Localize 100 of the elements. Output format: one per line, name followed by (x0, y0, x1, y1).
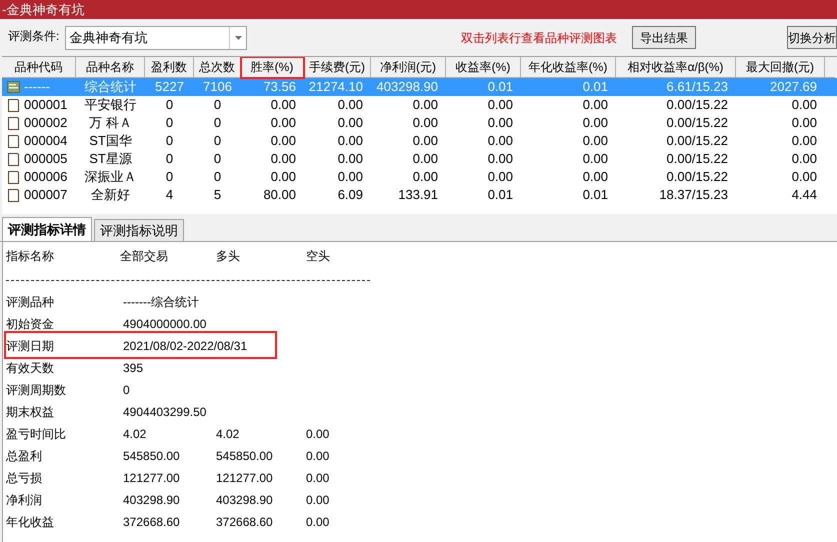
table-cell-text: 深振业Ａ (84, 168, 136, 186)
table-cell-text: 0.00/15.22 (666, 168, 728, 186)
table-row[interactable]: 000005 ST星源 0 0 0.00 0.00 0.00 0.00 0.00 0.00/15.22 0.00 (2, 150, 837, 168)
detail-column-header: 多头 (216, 248, 240, 265)
detail-value: 372668.60 (216, 514, 273, 531)
table-cell-text: ST国华 (89, 132, 132, 150)
detail-value: 4904000000.00 (123, 316, 206, 333)
detail-value: 0.00 (306, 492, 330, 509)
table-cell-text: 6.09 (338, 186, 363, 204)
table-cell-text: 0.00/15.22 (666, 132, 728, 150)
column-header[interactable]: 胜率(%) (241, 57, 304, 78)
detail-label: 年化收益 (6, 514, 54, 531)
table-cell-text: 0 (166, 96, 174, 114)
detail-label: 期末权益 (6, 404, 54, 421)
table-cell-text: 000004 (24, 132, 68, 150)
table-cell-text: 全新好 (91, 186, 130, 204)
table-cell-text: 0.00 (792, 96, 817, 114)
table-cell-text: 0.01 (582, 186, 608, 204)
detail-value: 2021/08/02-2022/08/31 (123, 338, 248, 355)
table-row[interactable]: 000004 ST国华 0 0 0.00 0.00 0.00 0.00 0.00 0.00/15.22 0.00 (2, 132, 837, 150)
detail-value: 0.00 (306, 448, 330, 465)
table-cell-text: 0.01 (488, 78, 513, 96)
table-cell-text: 平安银行 (84, 96, 136, 114)
table-cell-text: 0.00 (412, 150, 438, 168)
table-row[interactable]: 000006 深振业Ａ 0 0 0.00 0.00 0.00 0.00 0.00 0.00/15.22 0.00 (2, 168, 837, 186)
detail-value: 4.02 (216, 426, 240, 443)
detail-value: 395 (123, 360, 144, 377)
table-cell-text: 0.00/15.22 (666, 150, 728, 168)
detail-value: 121277.00 (216, 470, 273, 487)
detail-value: 0.00 (306, 514, 330, 531)
detail-label: 评测品种 (6, 294, 54, 311)
table-cell-text: 000001 (24, 96, 68, 114)
switch-analysis-button[interactable]: 切换分析 (787, 26, 837, 49)
table-cell-text: 0 (166, 132, 174, 150)
detail-value: 4904403299.50 (123, 404, 206, 421)
detail-label: 评测周期数 (6, 382, 66, 399)
table-cell-text: 000005 (24, 150, 68, 168)
table-cell-text: 0 (214, 114, 222, 132)
document-icon (8, 171, 19, 184)
table-cell-text: 0.00 (412, 132, 438, 150)
detail-value: 4.02 (123, 426, 146, 443)
detail-label: 总亏损 (6, 470, 42, 487)
table-cell-text: 0.00 (488, 132, 513, 150)
table-row[interactable]: 000001 平安银行 0 0 0.00 0.00 0.00 0.00 0.00 0.00/15.22 0.00 (2, 96, 837, 114)
document-icon (8, 99, 19, 112)
table-cell-text: 0.00 (582, 168, 608, 186)
table-cell-text: 0 (166, 114, 174, 132)
detail-column-header: 空头 (306, 248, 330, 265)
document-icon (8, 189, 19, 202)
table-row[interactable]: 000007 全新好 4 5 80.00 6.09 133.91 0.01 0.01 18.37/15.23 4.44 (2, 186, 837, 204)
table-cell-text: 133.91 (398, 186, 438, 204)
detail-value: 372668.60 (123, 514, 180, 531)
detail-label: 盈亏时间比 (6, 426, 66, 443)
dropdown-caret-icon (234, 36, 242, 40)
detail-column-header: 全部交易 (120, 248, 168, 265)
table-cell-text: 21274.10 (308, 78, 363, 96)
table-cell-text: 4.44 (792, 186, 817, 204)
window-title: -金典神奇有坑 (2, 3, 84, 16)
table-cell-text: 5 (214, 186, 222, 204)
detail-value: 545850.00 (123, 448, 180, 465)
detail-label: 初始资金 (6, 316, 54, 333)
table-cell-text: 6.61/15.23 (666, 78, 728, 96)
table-cell-text: 综合统计 (84, 78, 136, 96)
detail-tab[interactable]: 评测指标说明 (94, 219, 184, 241)
table-cell-text: 0.00 (488, 168, 513, 186)
detail-label: 总盈利 (6, 448, 42, 465)
table-cell-text: 0.00/15.22 (666, 114, 728, 132)
document-icon (8, 117, 19, 130)
table-cell-text: 0.00 (338, 132, 363, 150)
table-cell-text: 万 科Ａ (89, 114, 132, 132)
detail-value: -------综合统计 (123, 294, 199, 311)
table-cell-text: 0.00 (582, 96, 608, 114)
hint-text: 双击列表行查看品种评测图表 (461, 30, 617, 46)
detail-value: 403298.90 (123, 492, 180, 509)
detail-tab[interactable]: 评测指标详情 (2, 217, 92, 241)
table-cell-text: 0.00 (270, 150, 296, 168)
table-cell-text: 0.00 (338, 150, 363, 168)
detail-label: 有效天数 (6, 360, 54, 377)
table-cell-text: 0.00 (338, 168, 363, 186)
detail-value: 545850.00 (216, 448, 273, 465)
table-cell-text: 0.00 (488, 114, 513, 132)
table-cell-text: 0.00 (270, 168, 296, 186)
table-cell-text: 0.01 (582, 78, 608, 96)
condition-label: 评测条件: (8, 28, 60, 44)
table-cell-text: 000007 (24, 186, 68, 204)
table-cell-text: 0.00 (792, 150, 817, 168)
table-row[interactable]: 000002 万 科Ａ 0 0 0.00 0.00 0.00 0.00 0.00 0.00/15.22 0.00 (2, 114, 837, 132)
detail-label: 净利润 (6, 492, 42, 509)
export-button[interactable]: 导出结果 (632, 26, 696, 49)
table-cell-text: 0.00 (582, 114, 608, 132)
table-cell-text: 73.56 (263, 78, 296, 96)
table-cell-text: 0.00 (338, 114, 363, 132)
table-cell-text: 0.00 (582, 132, 608, 150)
table-cell-text: ------ (24, 78, 50, 96)
table-cell-text: 0.00 (488, 150, 513, 168)
detail-value: 0 (123, 382, 130, 399)
table-cell-text: 0.00 (270, 114, 296, 132)
detail-column-header: 指标名称 (6, 248, 54, 265)
detail-label: 评测日期 (6, 338, 54, 355)
condition-dropdown[interactable]: 金典神奇有坑 (65, 26, 248, 50)
